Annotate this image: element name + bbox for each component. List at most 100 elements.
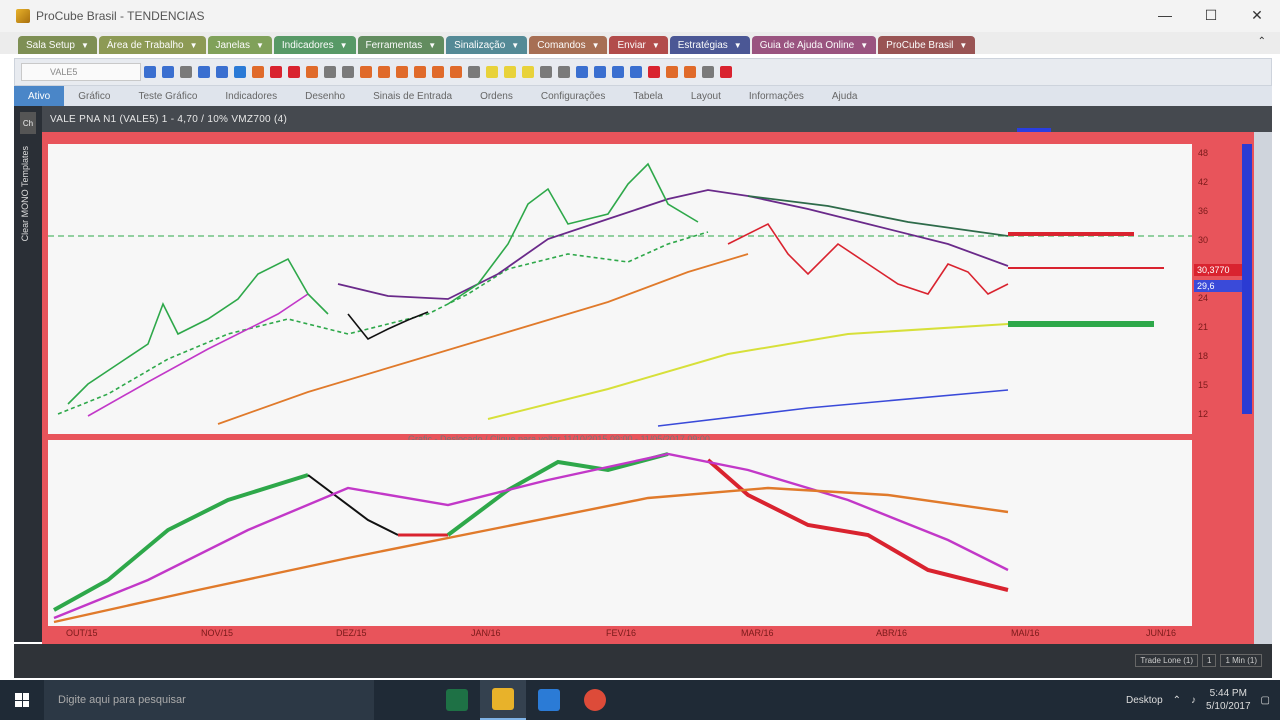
menu-tab[interactable]: ProCube Brasil ▼ xyxy=(878,36,976,54)
subtab[interactable]: Layout xyxy=(677,91,735,102)
menu-tab[interactable]: Janelas ▼ xyxy=(207,36,272,54)
osc-green-2 xyxy=(446,452,669,537)
procube-app-icon[interactable] xyxy=(480,680,526,720)
toolbar-tool-icon[interactable] xyxy=(666,66,678,78)
system-tray: Desktop ⌃ ♪ 5:44 PM 5/10/2017 ▢ xyxy=(1126,680,1270,720)
network-icon[interactable]: ⌃ xyxy=(1173,695,1181,706)
toolbar-tool-icon[interactable] xyxy=(630,66,642,78)
asset-input[interactable]: VALE5 xyxy=(21,63,141,81)
menu-tab[interactable]: Ferramentas ▼ xyxy=(357,36,445,54)
chevron-down-icon: ▼ xyxy=(189,40,198,50)
toolbar-tool-icon[interactable] xyxy=(180,66,192,78)
edge-app-icon[interactable] xyxy=(526,680,572,720)
toolbar: VALE5 xyxy=(14,58,1272,86)
toolbar-tool-icon[interactable] xyxy=(522,66,534,78)
menu-tab[interactable]: Sinalização ▼ xyxy=(446,36,528,54)
subtab[interactable]: Ajuda xyxy=(818,91,872,102)
chevron-down-icon: ▼ xyxy=(255,40,264,50)
maximize-button[interactable]: ☐ xyxy=(1188,0,1234,30)
menu-tab[interactable]: Comandos ▼ xyxy=(529,36,608,54)
menu-tab[interactable]: Guia de Ajuda Online ▼ xyxy=(751,36,877,54)
toolbar-tool-icon[interactable] xyxy=(414,66,426,78)
menu-tab[interactable]: Sala Setup ▼ xyxy=(18,36,97,54)
toolbar-tool-icon[interactable] xyxy=(648,66,660,78)
toolbar-tool-icon[interactable] xyxy=(576,66,588,78)
excel-app-icon[interactable] xyxy=(434,680,480,720)
toolbar-tool-icon[interactable] xyxy=(720,66,732,78)
collapse-ribbon-icon[interactable]: ⌃ xyxy=(1258,36,1266,47)
price-axis-tick: 24 xyxy=(1198,293,1209,303)
clock[interactable]: 5:44 PM 5/10/2017 xyxy=(1206,687,1251,713)
toolbar-tool-icon[interactable] xyxy=(558,66,570,78)
price-chart-panel[interactable]: Grafic - Deslocado / Clique para voltar … xyxy=(48,144,1192,444)
date-axis-tick: FEV/16 xyxy=(606,628,637,638)
toolbar-tool-icon[interactable] xyxy=(450,66,462,78)
toolbar-tool-icon[interactable] xyxy=(144,66,156,78)
date-axis-tick: JUN/16 xyxy=(1146,628,1177,638)
subtab[interactable]: Desenho xyxy=(291,91,359,102)
chevron-down-icon: ▼ xyxy=(733,40,742,50)
toolbar-tool-icon[interactable] xyxy=(594,66,606,78)
menu-tab-label: Área de Trabalho xyxy=(106,39,184,51)
toolbar-tool-icon[interactable] xyxy=(702,66,714,78)
zoom-button[interactable]: 1 Min (1) xyxy=(1220,654,1262,667)
menu-tab[interactable]: Enviar ▼ xyxy=(609,36,668,54)
taskbar-search-input[interactable]: Digite aqui para pesquisar xyxy=(44,680,374,720)
notifications-icon[interactable]: ▢ xyxy=(1261,695,1270,706)
toolbar-tool-icon[interactable] xyxy=(378,66,390,78)
toolbar-tool-icon[interactable] xyxy=(468,66,480,78)
toolbar-tool-icon[interactable] xyxy=(216,66,228,78)
price-axis-tick: 18 xyxy=(1198,351,1209,361)
chart-frame[interactable]: Grafic - Deslocado / Clique para voltar … xyxy=(42,132,1272,644)
toolbar-tool-icon[interactable] xyxy=(612,66,624,78)
side-panel-label[interactable]: Clear MONO Templates xyxy=(20,146,36,241)
subtab[interactable]: Configurações xyxy=(527,91,619,102)
toolbar-tool-icon[interactable] xyxy=(162,66,174,78)
toolbar-tool-icon[interactable] xyxy=(306,66,318,78)
subtab[interactable]: Indicadores xyxy=(211,91,291,102)
tray-desktop-label[interactable]: Desktop xyxy=(1126,695,1163,706)
chevron-down-icon: ▼ xyxy=(860,40,869,50)
toolbar-tool-icon[interactable] xyxy=(432,66,444,78)
chart-side-strip[interactable] xyxy=(1254,132,1272,644)
subtab[interactable]: Informações xyxy=(735,91,818,102)
subtab[interactable]: Ativo xyxy=(14,86,65,106)
toolbar-tool-icon[interactable] xyxy=(540,66,552,78)
subtab[interactable]: Tabela xyxy=(619,91,676,102)
toolbar-tool-icon[interactable] xyxy=(270,66,282,78)
toolbar-tool-icon[interactable] xyxy=(360,66,372,78)
price-axis-tick: 42 xyxy=(1198,177,1209,187)
subtab[interactable]: Ordens xyxy=(466,91,527,102)
date-axis-tick: JAN/16 xyxy=(471,628,501,638)
subtab[interactable]: Sinais de Entrada xyxy=(359,91,466,102)
date-axis-tick: MAI/16 xyxy=(1011,628,1040,638)
toolbar-tool-icon[interactable] xyxy=(684,66,696,78)
volume-icon[interactable]: ♪ xyxy=(1191,695,1196,706)
toolbar-tool-icon[interactable] xyxy=(198,66,210,78)
start-button[interactable] xyxy=(0,680,44,720)
menu-tab[interactable]: Indicadores ▼ xyxy=(273,36,356,54)
left-side-panel: Ch Clear MONO Templates xyxy=(14,106,42,642)
toolbar-tool-icon[interactable] xyxy=(396,66,408,78)
zoom-button[interactable]: Trade Lone (1) xyxy=(1135,654,1198,667)
toolbar-tool-icon[interactable] xyxy=(324,66,336,78)
toolbar-tool-icon[interactable] xyxy=(288,66,300,78)
subtab[interactable]: Gráfico xyxy=(64,91,124,102)
ma-magenta-1 xyxy=(87,293,309,417)
zoom-button[interactable]: 1 xyxy=(1201,654,1217,667)
subtab[interactable]: Teste Gráfico xyxy=(124,91,211,102)
toolbar-tool-icon[interactable] xyxy=(234,66,246,78)
side-panel-button[interactable]: Ch xyxy=(20,112,36,134)
toolbar-tool-icon[interactable] xyxy=(504,66,516,78)
close-button[interactable]: ✕ xyxy=(1234,0,1280,30)
oscillator-panel[interactable] xyxy=(48,440,1192,626)
chrome-app-icon[interactable] xyxy=(572,680,618,720)
menu-tab[interactable]: Área de Trabalho ▼ xyxy=(98,36,206,54)
toolbar-tool-icon[interactable] xyxy=(342,66,354,78)
menu-tab-label: ProCube Brasil xyxy=(886,39,954,51)
toolbar-tool-icon[interactable] xyxy=(486,66,498,78)
menu-tab[interactable]: Estratégias ▼ xyxy=(669,36,750,54)
minimize-button[interactable]: — xyxy=(1142,0,1188,30)
toolbar-tool-icon[interactable] xyxy=(252,66,264,78)
chart-vertical-scroll[interactable] xyxy=(1242,144,1252,414)
